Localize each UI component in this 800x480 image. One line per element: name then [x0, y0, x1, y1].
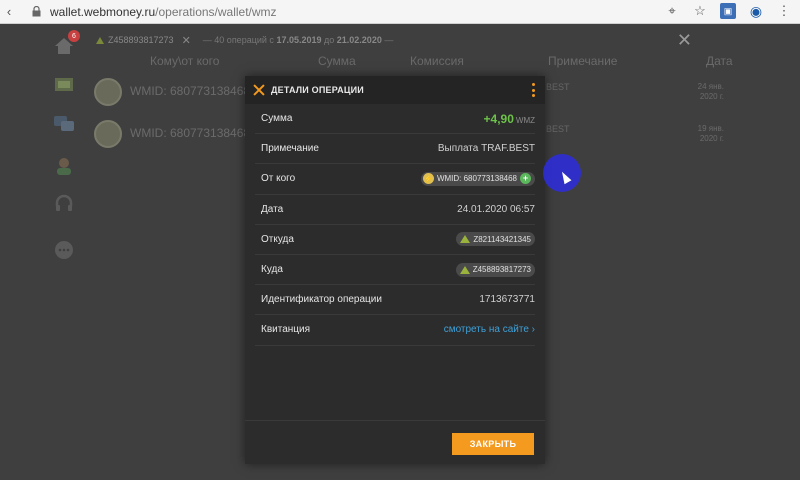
close-button[interactable]: ЗАКРЫТЬ [452, 433, 534, 455]
add-contact-icon[interactable]: + [520, 173, 531, 185]
avatar [94, 78, 122, 106]
row-date-line2: 2020 г. [699, 92, 724, 101]
purse-icon [96, 36, 104, 44]
detail-row-date: Дата 24.01.2020 06:57 [255, 195, 535, 225]
source-label: Откуда [261, 233, 294, 245]
column-header-date[interactable]: Дата [706, 54, 733, 68]
row-date: 19 янв. 2020 г. [698, 124, 724, 144]
browser-toolbar: ‹ wallet.webmoney.ru/operations/wallet/w… [0, 0, 800, 24]
note-value: Выплата TRAF.BEST [437, 143, 535, 155]
filter-date-from: 17.05.2019 [276, 35, 322, 45]
modal-header: ДЕТАЛИ ОПЕРАЦИИ [245, 76, 545, 104]
column-header-fee[interactable]: Комиссия [410, 54, 464, 68]
detail-row-note: Примечание Выплата TRAF.BEST [255, 134, 535, 165]
row-note: BEST [546, 82, 570, 92]
destination-purse: Z458893817273 [472, 265, 531, 275]
address-bar[interactable]: wallet.webmoney.ru/operations/wallet/wmz [50, 5, 277, 19]
bookmark-star-icon[interactable]: ☆ [692, 3, 708, 19]
filter-summary: — 40 операций с 17.05.2019 до 21.02.2020… [202, 35, 394, 45]
from-label: От кого [261, 173, 296, 185]
wm-coin-icon: ⚡ [422, 173, 434, 185]
destination-purse-pill[interactable]: Z458893817273 [455, 262, 535, 277]
detail-row-source: Откуда Z821143421345 [255, 225, 535, 255]
from-wmid: WMID: 680773138468 [436, 174, 517, 184]
receipt-link[interactable]: смотреть на сайте › [444, 324, 535, 335]
extension-icon[interactable]: ▣ [720, 3, 736, 19]
amount-label: Сумма [261, 113, 293, 125]
back-icon[interactable]: ‹ [0, 0, 18, 24]
modal-title: ДЕТАЛИ ОПЕРАЦИИ [271, 85, 364, 95]
url-path: /operations/wallet/wmz [155, 4, 277, 19]
filter-prefix: 40 операций с [214, 35, 274, 45]
operation-id-label: Идентификатор операции [261, 294, 382, 306]
remove-filter-icon[interactable]: ✕ [182, 34, 191, 47]
destination-label: Куда [261, 264, 283, 276]
wallet-icon[interactable] [52, 72, 76, 96]
close-icon[interactable] [253, 84, 265, 96]
row-date-line1: 19 янв. [697, 124, 724, 133]
contacts-icon[interactable] [52, 154, 76, 178]
kebab-menu-icon[interactable] [532, 83, 535, 97]
wmid-pill[interactable]: ⚡ WMID: 680773138468 + [420, 171, 535, 186]
operation-details-modal: ДЕТАЛИ ОПЕРАЦИИ Сумма +4,90 WMZ Примечани… [245, 76, 545, 464]
amount-value: +4,90 WMZ [484, 112, 535, 126]
filter-date-to: 21.02.2020 [336, 35, 382, 45]
column-header-counterparty[interactable]: Кому\от кого [150, 54, 219, 68]
source-purse-pill[interactable]: Z821143421345 [456, 232, 535, 247]
messages-icon[interactable] [52, 112, 76, 136]
date-label: Дата [261, 203, 284, 215]
row-date-line1: 24 янв. [697, 82, 724, 91]
row-wmid: WMID: 680773138468 [130, 84, 251, 98]
purse-icon [460, 235, 471, 244]
date-value: 24.01.2020 06:57 [457, 203, 535, 215]
column-header-amount[interactable]: Сумма [318, 54, 356, 68]
detail-row-receipt: Квитанция смотреть на сайте › [255, 315, 535, 346]
operation-id-value: 1713673771 [479, 294, 535, 306]
detail-row-operation-id: Идентификатор операции 1713673771 [255, 285, 535, 316]
note-label: Примечание [261, 143, 319, 155]
lock-icon[interactable] [30, 6, 42, 18]
more-icon[interactable] [52, 238, 76, 262]
avatar [94, 120, 122, 148]
purse-icon [459, 265, 470, 274]
amount-currency: WMZ [515, 115, 535, 125]
close-icon[interactable]: ✕ [677, 30, 692, 51]
home-icon[interactable]: 6 [52, 30, 80, 58]
purse-filter-label: Z458893817273 [108, 35, 174, 45]
filter-mid: до [324, 35, 335, 45]
detail-row-from: От кого ⚡ WMID: 680773138468 + [255, 164, 535, 195]
notification-badge: 6 [68, 30, 80, 42]
support-headset-icon[interactable] [52, 192, 76, 216]
detail-row-amount: Сумма +4,90 WMZ [255, 104, 535, 135]
column-header-note[interactable]: Примечание [548, 54, 617, 68]
modal-footer: ЗАКРЫТЬ [245, 420, 545, 464]
row-date-line2: 2020 г. [699, 134, 724, 143]
purse-filter-chip[interactable]: Z458893817273 [96, 35, 174, 45]
amount-number: +4,90 [483, 111, 514, 126]
source-purse: Z821143421345 [473, 234, 531, 244]
row-wmid: WMID: 680773138468 [130, 126, 251, 140]
menu-icon[interactable]: ⋮ [776, 3, 792, 19]
row-note: BEST [546, 124, 570, 134]
row-date: 24 янв. 2020 г. [698, 82, 724, 102]
detail-row-destination: Куда Z458893817273 [255, 255, 535, 286]
location-icon[interactable]: ⌖ [664, 3, 680, 19]
filter-bar: Z458893817273 ✕ — 40 операций с 17.05.20… [96, 28, 746, 52]
url-host: wallet.webmoney.ru [50, 4, 156, 19]
eye-extension-icon[interactable]: ◉ [748, 3, 764, 19]
receipt-label: Квитанция [261, 324, 311, 336]
